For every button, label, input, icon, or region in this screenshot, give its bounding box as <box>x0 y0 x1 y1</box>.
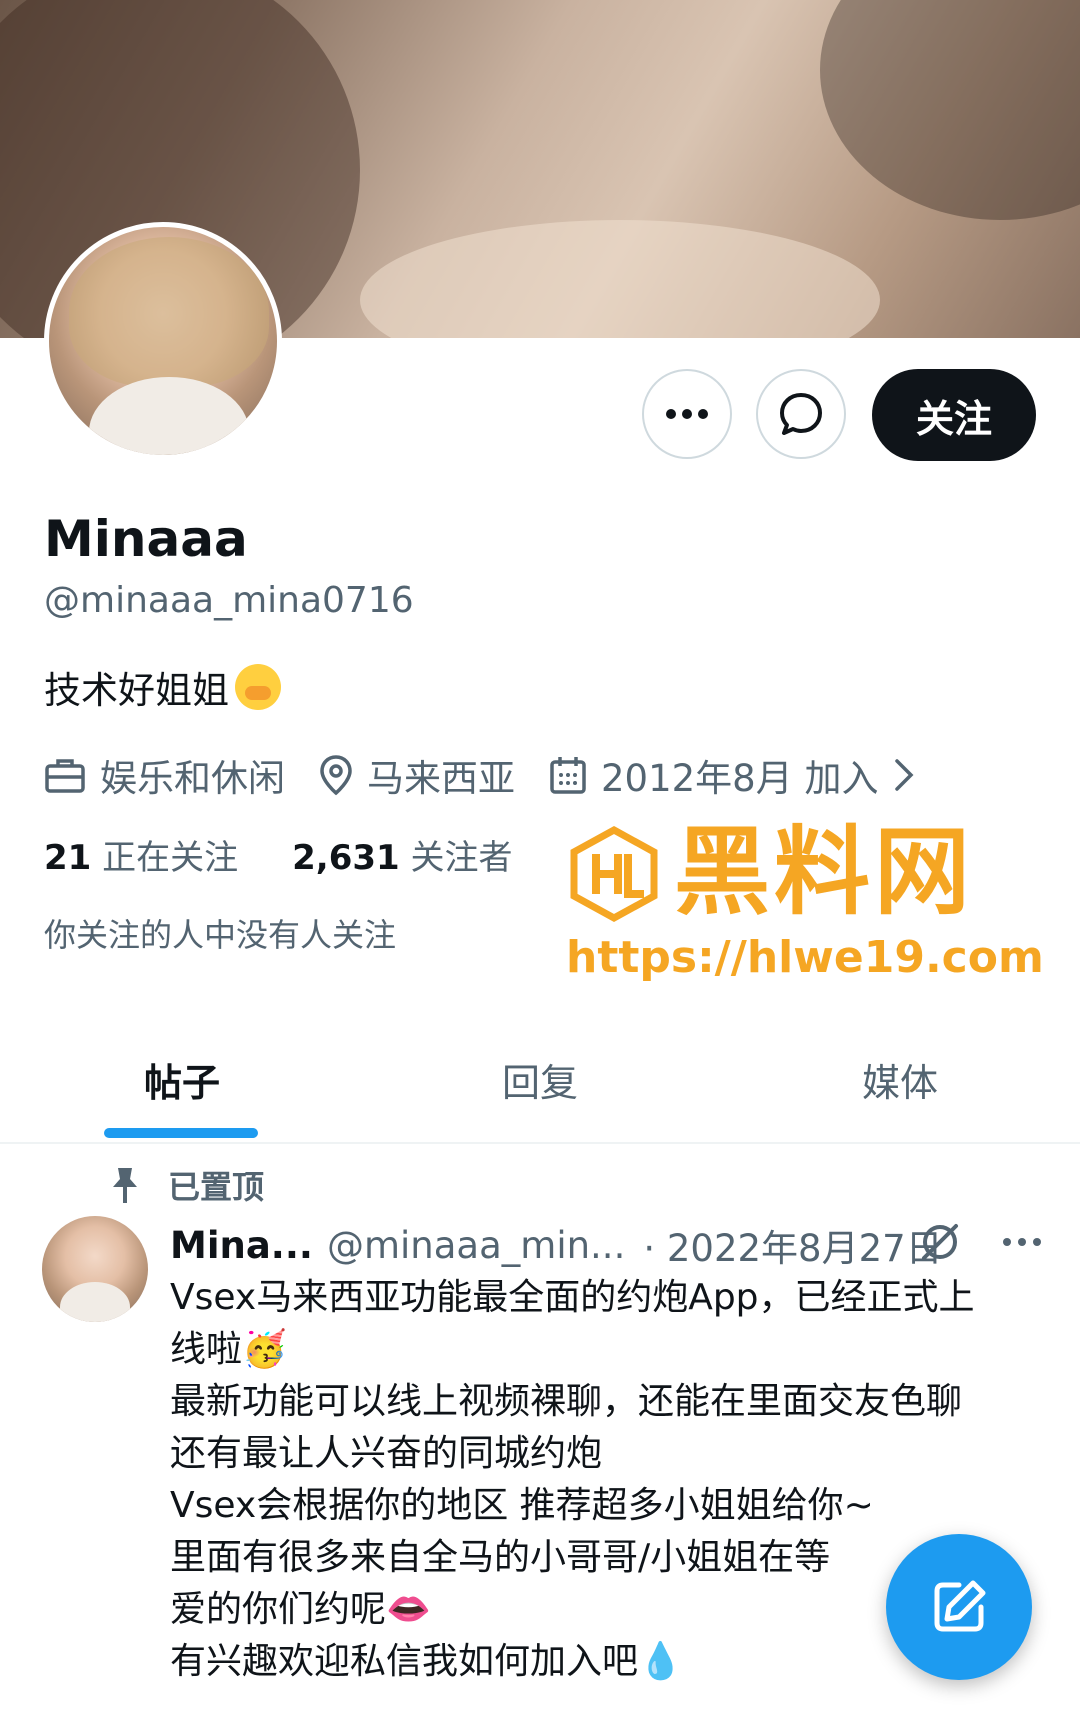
pinned-label: 已置顶 <box>168 1168 265 1206</box>
post-line: 最新功能可以线上视频裸聊，还能在里面交友色聊 <box>170 1381 963 1422</box>
bio: 技术好姐姐 <box>44 660 281 714</box>
more-button[interactable] <box>642 369 732 459</box>
message-icon <box>780 393 822 435</box>
mutual-followers-note: 你关注的人中没有人关注 <box>44 916 397 954</box>
more-icon <box>666 409 708 419</box>
tab-posts[interactable]: 帖子 <box>144 1052 220 1107</box>
watermark-url: https://hlwe19.com <box>566 932 1044 983</box>
watermark-logo-icon <box>570 826 658 922</box>
message-button[interactable] <box>756 369 846 459</box>
face-with-hand-emoji-icon <box>235 664 281 710</box>
follow-stats: 21 正在关注 2,631 关注者 <box>44 830 513 879</box>
avatar-hair <box>69 237 269 387</box>
post-more-icon[interactable] <box>1002 1237 1042 1247</box>
watermark: 黑料网 https://hlwe19.com <box>566 816 1044 992</box>
watermark-title: 黑料网 <box>674 816 974 928</box>
pinned-indicator: 已置顶 <box>110 1162 264 1208</box>
tab-replies[interactable]: 回复 <box>502 1052 578 1107</box>
compose-icon <box>934 1580 986 1632</box>
following-stat[interactable]: 21 正在关注 <box>44 830 238 879</box>
category-item: 娱乐和休闲 <box>44 748 285 802</box>
grok-icon[interactable] <box>918 1220 962 1264</box>
post-header-icons <box>918 1220 1042 1264</box>
follow-button[interactable]: 关注 <box>872 369 1036 461</box>
location-pin-icon <box>320 755 352 796</box>
bio-text: 技术好姐姐 <box>44 669 229 712</box>
post-line: 线啦🥳 <box>170 1329 287 1370</box>
pin-icon <box>113 1168 137 1203</box>
display-name: Minaaa <box>44 510 248 568</box>
post-header: Mina... @minaaa_min... · 2022年8月27日 <box>170 1218 943 1272</box>
post-date[interactable]: · 2022年8月27日 <box>643 1218 942 1272</box>
category-label: 娱乐和休闲 <box>100 757 285 800</box>
followers-stat[interactable]: 2,631 关注者 <box>292 830 512 879</box>
profile-tabs: 帖子 回复 媒体 <box>0 1030 1080 1144</box>
post-line: Vsex会根据你的地区 推荐超多小姐姐给你~ <box>170 1485 874 1526</box>
post-line: Vsex马来西亚功能最全面的约炮App，已经正式上 <box>170 1277 975 1318</box>
briefcase-icon <box>45 759 85 793</box>
profile-avatar[interactable] <box>44 222 282 460</box>
active-tab-indicator <box>104 1128 258 1138</box>
joined-item[interactable]: 2012年8月 加入 <box>549 748 930 802</box>
location-item: 马来西亚 <box>319 748 515 802</box>
calendar-icon <box>550 757 586 794</box>
banner-shade <box>360 220 880 338</box>
post-author-name[interactable]: Mina... <box>170 1224 313 1267</box>
profile-meta: 娱乐和休闲 马来西亚 2012年8月 加入 <box>44 748 964 802</box>
location-label: 马来西亚 <box>367 757 515 800</box>
compose-post-button[interactable] <box>886 1534 1032 1680</box>
tab-media[interactable]: 媒体 <box>862 1052 938 1107</box>
post-line: 还有最让人兴奋的同城约炮 <box>170 1433 603 1474</box>
post-author-handle[interactable]: @minaaa_min... <box>327 1224 625 1267</box>
avatar-body <box>89 377 249 455</box>
banner-shade <box>820 0 1080 220</box>
chevron-right-icon <box>895 759 914 791</box>
avatar-body <box>60 1282 130 1322</box>
joined-label: 2012年8月 加入 <box>601 757 879 800</box>
post-author-avatar[interactable] <box>42 1216 148 1322</box>
user-handle: @minaaa_mina0716 <box>44 580 414 621</box>
